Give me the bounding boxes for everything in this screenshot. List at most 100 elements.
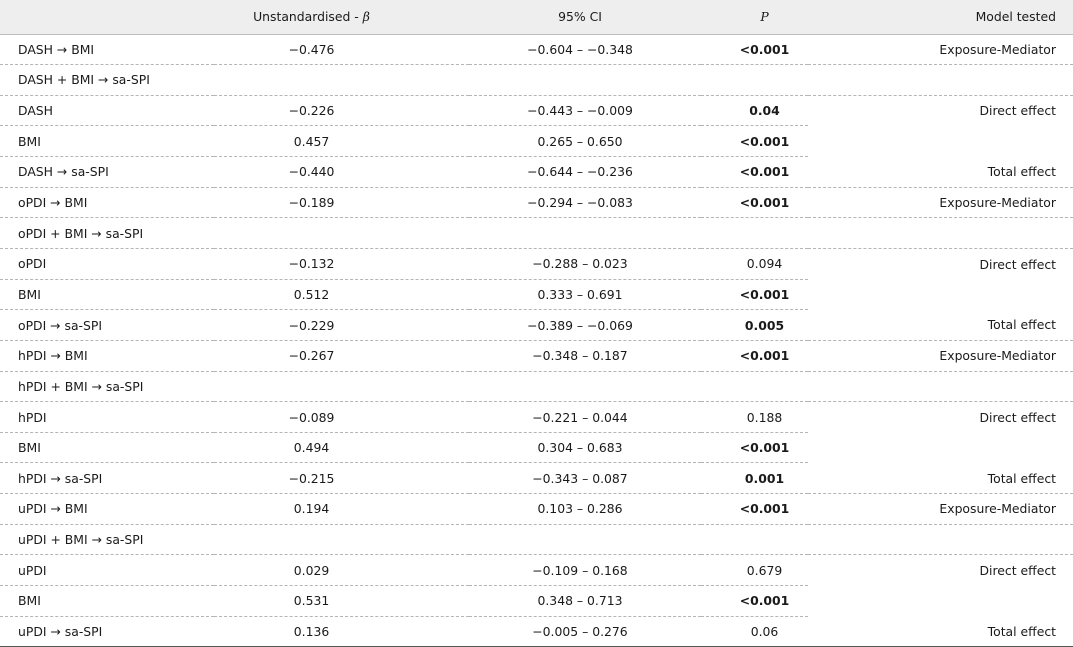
ci-cell: −0.343 – 0.087: [469, 462, 701, 495]
p-cell: <0.001: [701, 125, 808, 158]
ci-cell: 0.304 – 0.683: [469, 432, 701, 464]
path-cell: DASH + BMI → sa-SPI: [0, 64, 214, 96]
p-cell: <0.001: [701, 279, 808, 311]
beta-cell: 0.029: [214, 554, 469, 587]
beta-cell: 0.457: [214, 125, 469, 158]
beta-cell: [214, 64, 469, 96]
beta-cell: 0.194: [214, 493, 469, 525]
path-cell: oPDI → BMI: [0, 187, 214, 219]
beta-cell: −0.267: [214, 340, 469, 372]
p-cell: [701, 64, 808, 96]
beta-cell: −0.089: [214, 401, 469, 433]
table-row: BMI 0.457 0.265 – 0.650 <0.001: [0, 125, 1073, 158]
p-cell: <0.001: [701, 187, 808, 219]
p-cell: <0.001: [701, 585, 808, 617]
model-cell: Exposure-Mediator: [808, 187, 1073, 219]
model-cell: [808, 371, 1073, 403]
table-row: uPDI + BMI → sa-SPI: [0, 524, 1073, 556]
p-cell: 0.005: [701, 309, 808, 341]
p-cell: 0.679: [701, 554, 808, 587]
beta-cell: −0.226: [214, 95, 469, 127]
model-cell: Total effect: [808, 156, 1073, 188]
ci-cell: 0.265 – 0.650: [469, 125, 701, 158]
model-cell: Direct effect: [979, 256, 1057, 272]
table-row: hPDI → BMI −0.267 −0.348 – 0.187 <0.001 Expo…: [0, 340, 1073, 372]
model-cell: [808, 524, 1073, 556]
beta-cell: [214, 371, 469, 403]
model-cell: [808, 432, 1073, 463]
table-row: oPDI → sa-SPI −0.229 −0.389 – −0.069 0.005 T…: [0, 309, 1073, 341]
path-cell: oPDI: [0, 248, 214, 280]
table-row: DASH → BMI −0.476 −0.604 – −0.348 <0.001 Exp…: [0, 34, 1073, 66]
table-row: uPDI 0.029 −0.109 – 0.168 0.679 Direct effec…: [0, 554, 1073, 587]
model-cell: [808, 279, 1073, 310]
table-body: DASH → BMI −0.476 −0.604 – −0.348 <0.001 Exp…: [0, 34, 1073, 647]
path-cell: uPDI → sa-SPI: [0, 616, 214, 647]
p-cell: 0.188: [701, 401, 808, 433]
ci-cell: [469, 217, 701, 249]
header-path: [0, 0, 214, 35]
header-model: Model tested: [808, 0, 1073, 35]
ci-cell: [469, 371, 701, 403]
model-cell: Direct effect: [979, 103, 1057, 119]
path-cell: hPDI → BMI: [0, 340, 214, 372]
model-cell: Total effect: [808, 462, 1073, 495]
model-cell: [808, 586, 1073, 617]
header-row: Unstandardised - β 95% CI P Model tested: [0, 0, 1073, 35]
model-cell: Exposure-Mediator: [808, 34, 1073, 66]
model-cell: [808, 217, 1073, 249]
table-row: DASH −0.226 −0.443 – −0.009 0.04 Direct effe…: [0, 95, 1073, 127]
p-cell: 0.04: [701, 95, 808, 127]
beta-cell: 0.136: [214, 616, 469, 647]
p-cell: [701, 524, 808, 556]
path-cell: DASH → sa-SPI: [0, 156, 214, 188]
header-p: P: [701, 0, 808, 35]
table-row: BMI 0.531 0.348 – 0.713 <0.001: [0, 585, 1073, 617]
beta-cell: −0.215: [214, 462, 469, 495]
path-cell: uPDI + BMI → sa-SPI: [0, 524, 214, 556]
ci-cell: [469, 524, 701, 556]
beta-cell: −0.229: [214, 309, 469, 341]
p-cell: <0.001: [701, 432, 808, 464]
model-cell: Direct effect: [979, 562, 1057, 578]
beta-cell: 0.494: [214, 432, 469, 464]
path-cell: BMI: [0, 125, 214, 158]
path-cell: uPDI → BMI: [0, 493, 214, 525]
p-cell: [701, 217, 808, 249]
model-cell: Total effect: [808, 616, 1073, 647]
table-row: uPDI → BMI 0.194 0.103 – 0.286 <0.001 Exposu…: [0, 493, 1073, 525]
beta-cell: [214, 217, 469, 249]
model-cell: Exposure-Mediator: [808, 340, 1073, 372]
ci-cell: −0.389 – −0.069: [469, 309, 701, 341]
ci-cell: −0.221 – 0.044: [469, 401, 701, 433]
ci-cell: 0.348 – 0.713: [469, 585, 701, 617]
p-cell: <0.001: [701, 34, 808, 66]
table-row: oPDI + BMI → sa-SPI: [0, 217, 1073, 249]
model-cell: [808, 126, 1073, 157]
ci-cell: −0.348 – 0.187: [469, 340, 701, 372]
header-ci: 95% CI: [469, 0, 701, 35]
beta-cell: −0.476: [214, 34, 469, 66]
ci-cell: −0.644 – −0.236: [469, 156, 701, 188]
table-row: BMI 0.512 0.333 – 0.691 <0.001: [0, 279, 1073, 311]
ci-cell: −0.294 – −0.083: [469, 187, 701, 219]
beta-cell: 0.531: [214, 585, 469, 617]
model-cell: Exposure-Mediator: [808, 493, 1073, 525]
model-cell: Total effect: [808, 309, 1073, 341]
table-row: hPDI −0.089 −0.221 – 0.044 0.188 Direct effe…: [0, 401, 1073, 433]
path-cell: BMI: [0, 585, 214, 617]
model-cell: [808, 64, 1073, 96]
path-cell: hPDI + BMI → sa-SPI: [0, 371, 214, 403]
p-cell: [701, 371, 808, 403]
path-cell: hPDI: [0, 401, 214, 433]
path-cell: BMI: [0, 279, 214, 311]
header-beta-text: Unstandardised -: [253, 9, 363, 25]
ci-cell: 0.333 – 0.691: [469, 279, 701, 311]
header-beta: Unstandardised - β: [214, 0, 469, 35]
ci-cell: 0.103 – 0.286: [469, 493, 701, 525]
p-cell: <0.001: [701, 493, 808, 525]
path-cell: oPDI + BMI → sa-SPI: [0, 217, 214, 249]
table-row: oPDI → BMI −0.189 −0.294 – −0.083 <0.001 Exp…: [0, 187, 1073, 219]
beta-cell: −0.132: [214, 248, 469, 280]
table-row: DASH + BMI → sa-SPI: [0, 64, 1073, 96]
